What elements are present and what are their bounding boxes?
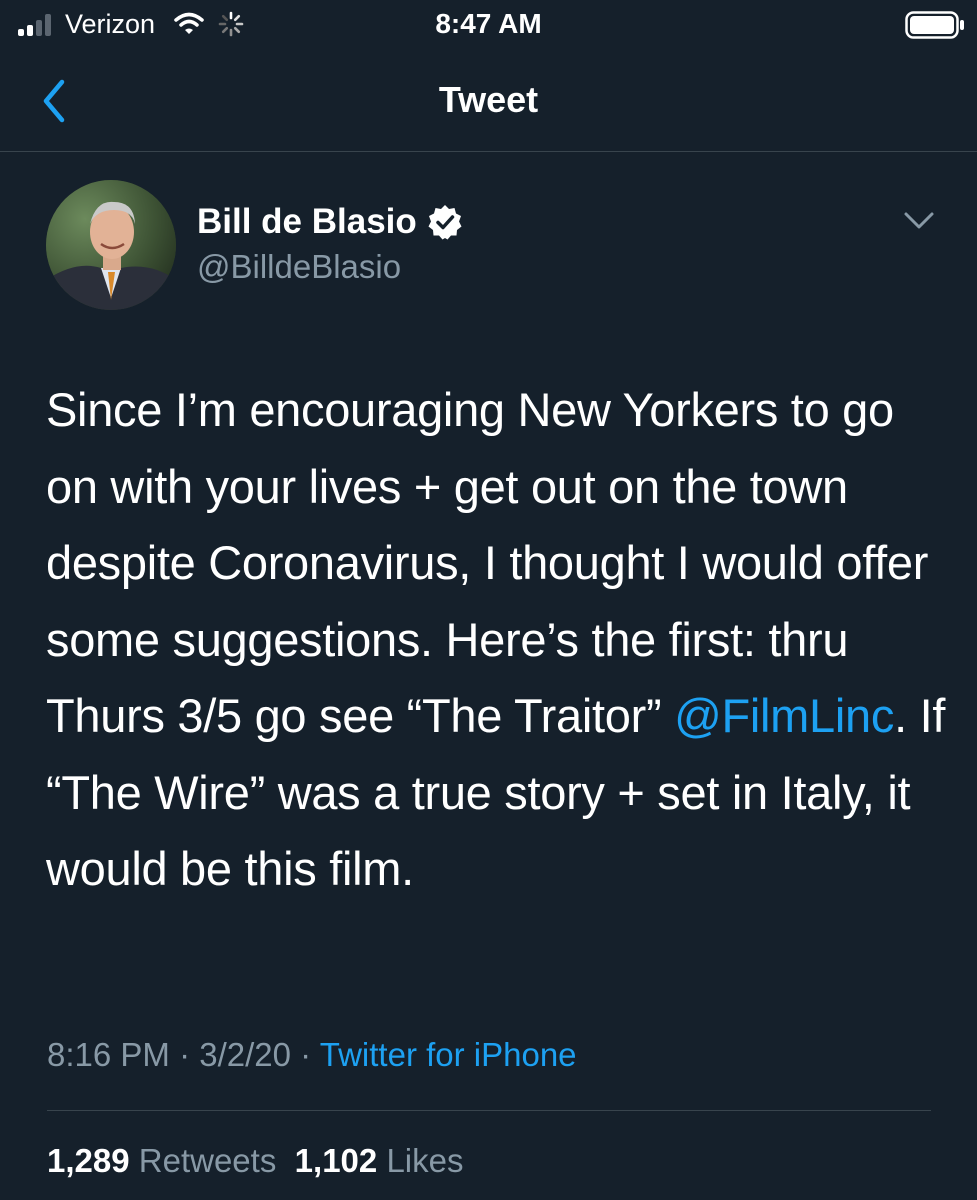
meta-separator: · bbox=[179, 1036, 191, 1073]
divider bbox=[47, 1110, 931, 1111]
tweet-date: 3/2/20 bbox=[199, 1036, 291, 1073]
tweet-time: 8:16 PM bbox=[47, 1036, 170, 1073]
status-time: 8:47 AM bbox=[435, 8, 542, 39]
tweet-source-link[interactable]: Twitter for iPhone bbox=[320, 1036, 577, 1073]
retweets-label: Retweets bbox=[138, 1142, 277, 1179]
likes-stat[interactable]: 1,102 Likes bbox=[295, 1142, 464, 1179]
status-bar: Verizon 8:47 AM bbox=[0, 0, 977, 50]
likes-count: 1,102 bbox=[294, 1142, 378, 1179]
meta-separator: · bbox=[300, 1036, 312, 1073]
avatar-photo bbox=[46, 180, 176, 310]
mention-link[interactable]: @FilmLinc bbox=[674, 689, 894, 742]
likes-label: Likes bbox=[386, 1142, 464, 1179]
author-name-row[interactable]: Bill de Blasio bbox=[197, 200, 463, 244]
battery-icon bbox=[905, 11, 964, 39]
retweets-count: 1,289 bbox=[47, 1142, 130, 1179]
avatar[interactable] bbox=[46, 180, 176, 310]
author-handle[interactable]: @BilldeBlasio bbox=[197, 247, 401, 287]
verified-badge-icon bbox=[428, 205, 462, 240]
page-title: Tweet bbox=[438, 79, 539, 120]
tweet-stats: 1,289 Retweets 1,102 Likes bbox=[47, 1141, 463, 1181]
author-name[interactable]: Bill de Blasio bbox=[197, 202, 417, 242]
retweets-stat[interactable]: 1,289 Retweets bbox=[47, 1142, 276, 1179]
tweet-meta: 8:16 PM · 3/2/20 · Twitter for iPhone bbox=[47, 1035, 577, 1075]
chevron-down-icon[interactable] bbox=[900, 205, 938, 235]
tweet-text: Since I’m encouraging New Yorkers to go … bbox=[46, 372, 946, 908]
nav-bar: Tweet bbox=[0, 50, 977, 152]
